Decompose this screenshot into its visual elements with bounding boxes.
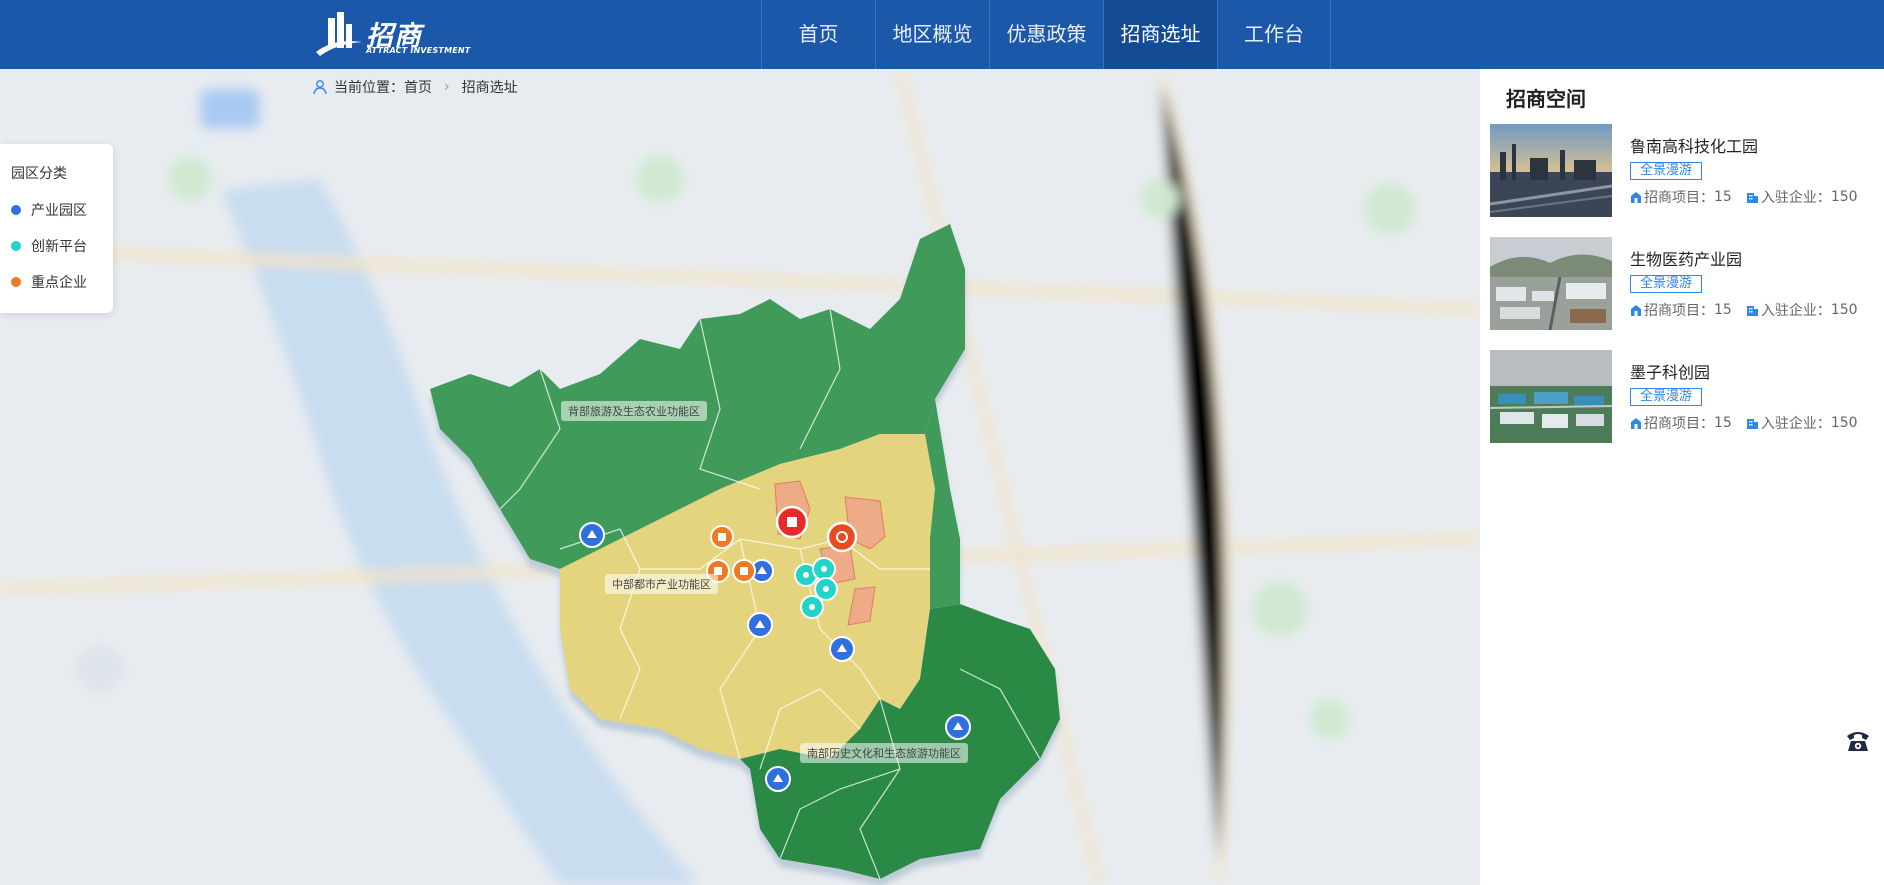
nav-region-overview[interactable]: 地区概览 xyxy=(875,0,989,69)
projects-label: 招商项目： xyxy=(1644,416,1714,432)
legend-dot-blue xyxy=(11,205,21,215)
space-thumbnail[interactable] xyxy=(1490,124,1612,217)
space-name[interactable]: 生物医药产业园 xyxy=(1630,246,1742,270)
projects-value: 15 xyxy=(1714,415,1732,431)
breadcrumb-prefix: 当前位置： xyxy=(334,80,404,96)
nav-policies[interactable]: 优惠政策 xyxy=(989,0,1103,69)
legend-label: 产业园区 xyxy=(31,203,87,219)
zone-label-north: 背部旅游及生态农业功能区 xyxy=(561,401,707,421)
projects-value: 15 xyxy=(1714,302,1732,318)
space-name[interactable]: 墨子科创园 xyxy=(1630,359,1710,383)
projects-stat: 招商项目： 15 xyxy=(1630,413,1732,433)
main-nav: 首页 地区概览 优惠政策 招商选址 工作台 xyxy=(761,0,1331,69)
companies-label: 入驻企业： xyxy=(1760,416,1831,432)
tech-park-image xyxy=(1490,350,1612,443)
space-thumbnail[interactable] xyxy=(1490,237,1612,330)
chevron-right-icon: › xyxy=(444,79,450,95)
biopharma-park-image xyxy=(1490,237,1612,330)
legend-label: 重点企业 xyxy=(31,275,87,291)
project-building-icon xyxy=(1631,417,1641,429)
companies-label: 入驻企业： xyxy=(1760,190,1831,206)
building-logo-icon xyxy=(316,12,362,56)
projects-value: 15 xyxy=(1714,189,1732,205)
legend-dot-orange xyxy=(11,277,21,287)
space-stats: 招商项目： 15 入驻企业： 150 xyxy=(1630,300,1858,320)
space-card[interactable]: 鲁南高科技化工园 全景漫游 招商项目： 15 入驻企业： 150 xyxy=(1490,124,1880,217)
panorama-tour-button[interactable]: 全景漫游 xyxy=(1630,275,1703,293)
space-name[interactable]: 鲁南高科技化工园 xyxy=(1630,133,1758,157)
nav-workbench[interactable]: 工作台 xyxy=(1217,0,1331,69)
company-building-icon xyxy=(1746,305,1758,316)
projects-stat: 招商项目： 15 xyxy=(1630,187,1732,207)
panorama-tour-button[interactable]: 全景漫游 xyxy=(1630,388,1703,406)
phone-icon[interactable] xyxy=(1844,727,1872,753)
park-category-legend: 园区分类 产业园区 创新平台 重点企业 xyxy=(0,144,113,313)
top-header: 招商 ATTRACT INVESTMENT 首页 地区概览 优惠政策 招商选址 … xyxy=(0,0,1884,69)
companies-value: 150 xyxy=(1830,415,1858,431)
legend-item-industrial-park[interactable]: 产业园区 xyxy=(11,200,113,220)
projects-label: 招商项目： xyxy=(1644,303,1714,319)
company-building-icon xyxy=(1746,418,1758,429)
map-area[interactable]: 当前位置： 首页 › 招商选址 园区分类 产业园区 创新平台 重点企业 背部旅游及… xyxy=(0,69,1480,885)
panorama-tour-button[interactable]: 全景漫游 xyxy=(1630,162,1703,180)
legend-item-innovation-platform[interactable]: 创新平台 xyxy=(11,236,113,256)
companies-stat: 入驻企业： 150 xyxy=(1746,300,1858,320)
breadcrumb: 当前位置： 首页 › 招商选址 xyxy=(312,77,518,97)
logo-subtext: ATTRACT INVESTMENT xyxy=(366,46,471,55)
space-card[interactable]: 生物医药产业园 全景漫游 招商项目： 15 入驻企业： 150 xyxy=(1490,237,1880,330)
legend-label: 创新平台 xyxy=(31,239,87,255)
logo[interactable]: 招商 ATTRACT INVESTMENT xyxy=(314,8,470,60)
investment-space-panel: 招商空间 鲁南高科技化工园 全景漫游 招商项目： 15 入驻企业： 150 生物… xyxy=(1480,69,1884,885)
companies-label: 入驻企业： xyxy=(1760,303,1831,319)
location-person-icon xyxy=(313,80,327,95)
space-stats: 招商项目： 15 入驻企业： 150 xyxy=(1630,187,1858,207)
map-canvas[interactable] xyxy=(0,69,1480,885)
legend-title: 园区分类 xyxy=(11,166,67,182)
nav-home[interactable]: 首页 xyxy=(761,0,875,69)
zone-label-south: 南部历史文化和生态旅游功能区 xyxy=(800,743,968,763)
company-building-icon xyxy=(1746,192,1758,203)
companies-stat: 入驻企业： 150 xyxy=(1746,413,1858,433)
breadcrumb-current: 招商选址 xyxy=(461,80,518,96)
companies-value: 150 xyxy=(1830,189,1858,205)
space-thumbnail[interactable] xyxy=(1490,350,1612,443)
project-building-icon xyxy=(1631,304,1641,316)
projects-stat: 招商项目： 15 xyxy=(1630,300,1732,320)
space-card[interactable]: 墨子科创园 全景漫游 招商项目： 15 入驻企业： 150 xyxy=(1490,350,1880,443)
companies-value: 150 xyxy=(1830,302,1858,318)
project-building-icon xyxy=(1631,191,1641,203)
zone-label-central: 中部都市产业功能区 xyxy=(605,574,718,594)
companies-stat: 入驻企业： 150 xyxy=(1746,187,1858,207)
breadcrumb-home[interactable]: 首页 xyxy=(404,77,432,97)
legend-dot-teal xyxy=(11,241,21,251)
panel-title: 招商空间 xyxy=(1506,87,1586,111)
industrial-plant-image xyxy=(1490,124,1612,217)
projects-label: 招商项目： xyxy=(1644,190,1714,206)
legend-item-key-company[interactable]: 重点企业 xyxy=(11,272,113,292)
nav-site-selection[interactable]: 招商选址 xyxy=(1103,0,1217,69)
space-stats: 招商项目： 15 入驻企业： 150 xyxy=(1630,413,1858,433)
